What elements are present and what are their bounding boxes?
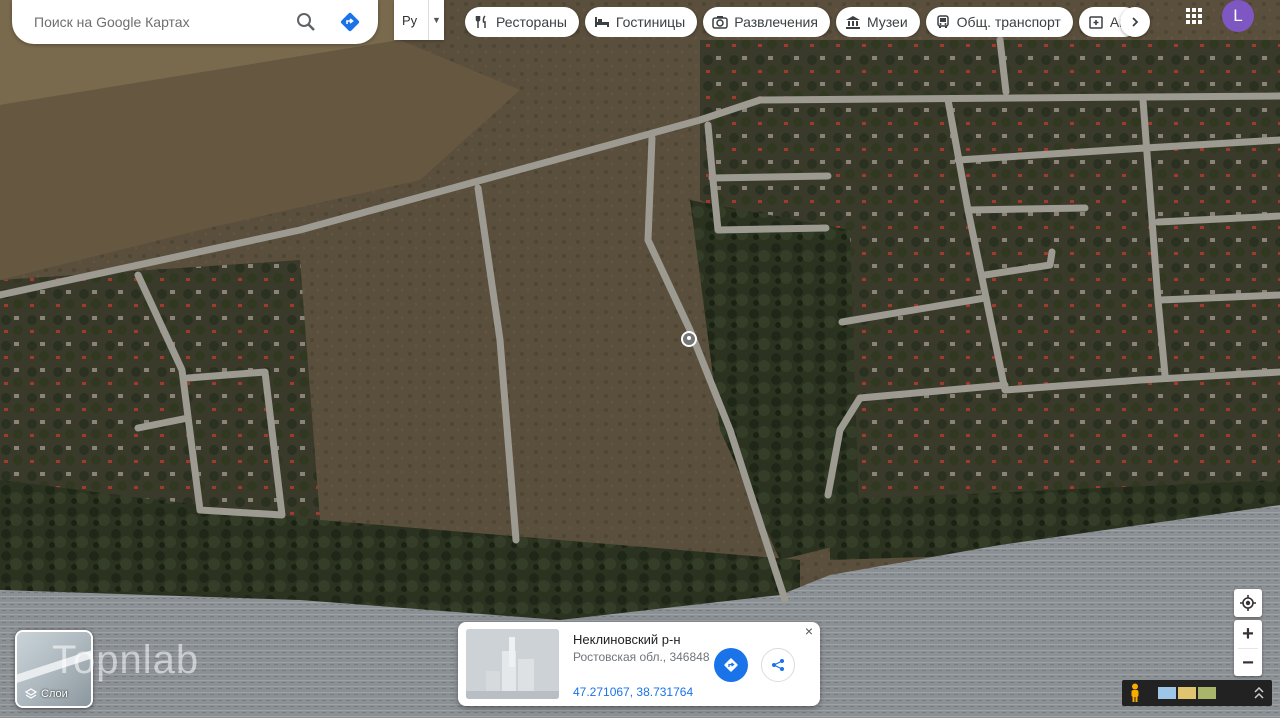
search-box — [12, 0, 378, 44]
pharmacy-icon — [1088, 14, 1104, 30]
museum-icon — [845, 14, 861, 30]
place-coordinates[interactable]: 47.271067, 38.731764 — [573, 685, 693, 699]
watermark: Topnlab — [52, 638, 200, 682]
close-button[interactable]: × — [802, 624, 816, 638]
chip-label: Музеи — [866, 14, 908, 30]
share-icon — [772, 659, 784, 671]
search-button[interactable] — [286, 2, 326, 42]
chip-transit[interactable]: Общ. транспорт — [925, 7, 1073, 37]
bottom-controls — [1122, 680, 1272, 706]
card-directions-button[interactable] — [714, 648, 748, 682]
apps-grid-icon — [1186, 8, 1190, 12]
place-address: Ростовская обл., 346848 — [573, 650, 710, 664]
chip-label: Рестораны — [496, 14, 567, 30]
directions-icon — [340, 12, 360, 32]
bus-icon — [935, 14, 951, 30]
place-placeholder-image — [466, 629, 559, 699]
google-apps-button[interactable] — [1183, 5, 1205, 27]
zoom-in-button[interactable]: + — [1234, 620, 1262, 648]
search-input[interactable] — [34, 14, 286, 30]
language-value: Ру — [402, 12, 418, 28]
location-pin-icon — [681, 331, 697, 347]
satellite-map[interactable] — [0, 0, 1280, 718]
chevron-right-icon — [1132, 17, 1139, 27]
account-avatar[interactable]: L — [1222, 0, 1254, 32]
layers-icon — [25, 688, 37, 699]
place-title: Неклиновский р-н — [573, 632, 681, 647]
chips-next-button[interactable] — [1120, 7, 1150, 37]
directions-icon — [724, 658, 738, 672]
chip-restaurants[interactable]: Рестораны — [465, 7, 579, 37]
fork-knife-icon — [474, 14, 490, 30]
directions-button[interactable] — [330, 2, 370, 42]
crosshair-icon — [1240, 595, 1256, 611]
chip-label: Развлечения — [734, 14, 818, 30]
street-view-pegman[interactable] — [1122, 680, 1148, 706]
place-card[interactable]: Неклиновский р-н Ростовская обл., 346848… — [458, 622, 820, 706]
language-select[interactable]: Ру ▼ — [394, 0, 444, 40]
pegman-icon — [1131, 683, 1139, 702]
imagery-thumb[interactable] — [1158, 687, 1176, 699]
zoom-controls: + − — [1234, 620, 1262, 676]
imagery-thumb[interactable] — [1178, 687, 1196, 699]
imagery-thumb[interactable] — [1198, 687, 1216, 699]
chip-label: Гостиницы — [615, 14, 686, 30]
chip-label: Общ. транспорт — [956, 14, 1061, 30]
camera-icon — [712, 14, 728, 30]
place-photo[interactable] — [466, 629, 559, 699]
imagery-thumbnails[interactable] — [1158, 687, 1216, 699]
my-location-button[interactable] — [1234, 589, 1262, 617]
search-icon — [297, 13, 315, 31]
chevron-down-icon: ▼ — [428, 0, 444, 40]
category-chips: Рестораны Гостиницы Развлечения Музеи Об… — [465, 7, 1151, 37]
bed-icon — [594, 14, 610, 30]
share-button[interactable] — [761, 648, 795, 682]
layers-label: Слои — [41, 688, 68, 700]
chip-museums[interactable]: Музеи — [835, 7, 920, 37]
chip-entertainment[interactable]: Развлечения — [703, 7, 830, 37]
chip-hotels[interactable]: Гостиницы — [584, 7, 698, 37]
satellite-imagery — [0, 0, 1280, 718]
zoom-out-button[interactable]: − — [1234, 649, 1262, 677]
expand-icon[interactable] — [1246, 680, 1272, 706]
